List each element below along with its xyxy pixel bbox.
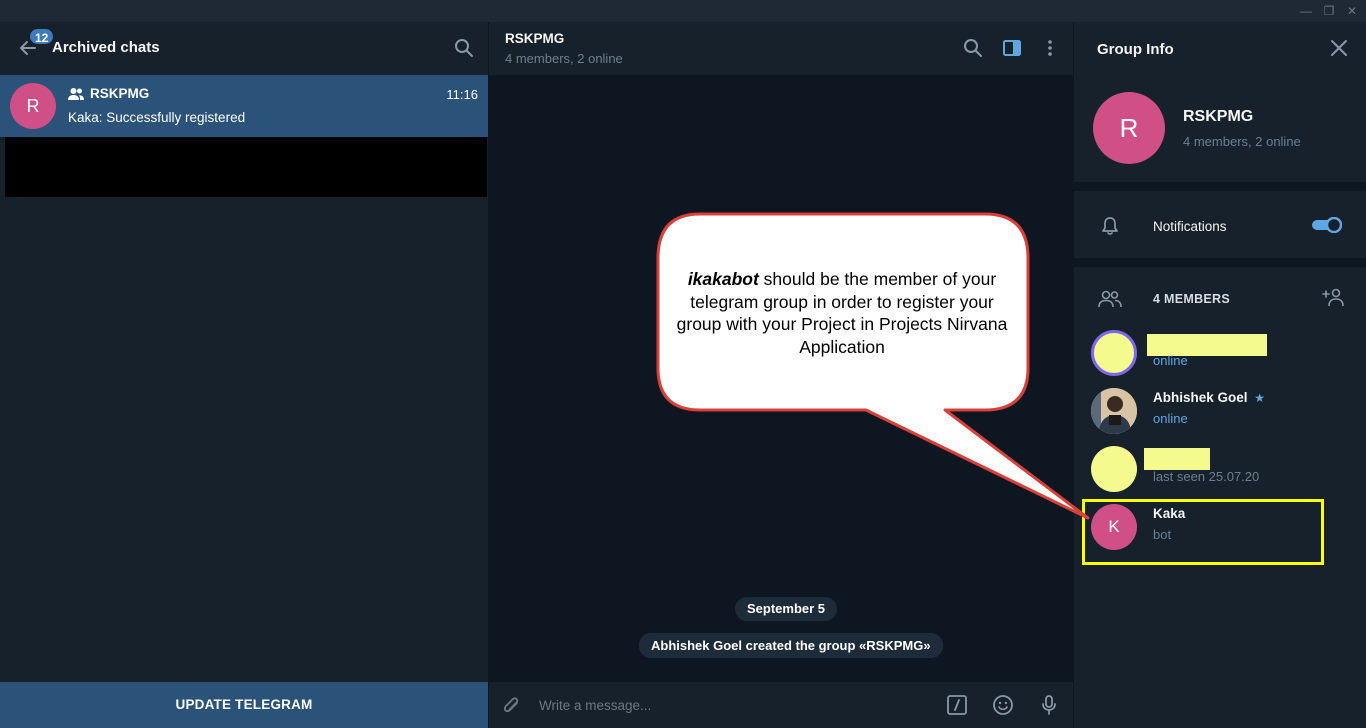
member-status: last seen 25.07.20 xyxy=(1153,469,1260,484)
chat-subtitle: 4 members, 2 online xyxy=(505,51,623,66)
message-input[interactable] xyxy=(539,692,919,718)
group-avatar[interactable]: R xyxy=(1093,92,1165,164)
avatar xyxy=(1091,446,1137,492)
group-icon xyxy=(68,88,84,100)
update-telegram-button[interactable]: UPDATE TELEGRAM xyxy=(0,682,488,728)
close-icon[interactable] xyxy=(1330,39,1348,57)
minimize-icon[interactable]: — xyxy=(1298,3,1314,19)
group-subtitle: 4 members, 2 online xyxy=(1183,134,1301,149)
attach-icon[interactable] xyxy=(501,695,523,717)
chat-list-header: 12 Archived chats xyxy=(0,22,488,75)
group-info-pane: Group Info R RSKPMG 4 members, 2 online … xyxy=(1074,22,1366,728)
member-status: online xyxy=(1153,411,1188,426)
section-divider xyxy=(1074,258,1366,267)
section-divider xyxy=(1074,182,1366,191)
member-status: online xyxy=(1153,353,1188,368)
notifications-toggle[interactable] xyxy=(1312,217,1342,233)
user-photo-icon xyxy=(1091,388,1137,434)
group-info-title: Group Info xyxy=(1097,41,1174,58)
member-item[interactable]: Abhishek Goel ★ online xyxy=(1074,388,1366,444)
chat-list-pane: 12 Archived chats R RSKPMG 11:16 Kaka: S… xyxy=(0,22,488,728)
message-composer xyxy=(489,682,1073,728)
sidebar-toggle-icon[interactable] xyxy=(1002,38,1022,58)
more-options-icon[interactable] xyxy=(1040,38,1060,58)
window-titlebar: — ❐ ✕ xyxy=(0,0,1366,22)
emoji-icon[interactable] xyxy=(992,694,1014,716)
callout-bold-word: ikakabot xyxy=(687,269,759,289)
callout-text: ikakabot should be the member of your te… xyxy=(668,268,1016,358)
avatar xyxy=(1091,330,1137,376)
members-icon xyxy=(1098,290,1122,308)
redacted-chat-item xyxy=(5,137,487,197)
redacted-name xyxy=(1144,448,1210,470)
chat-title[interactable]: RSKPMG xyxy=(505,31,564,46)
chat-list-item-rskpmg[interactable]: R RSKPMG 11:16 Kaka: Successfully regist… xyxy=(0,75,488,137)
restore-icon[interactable]: ❐ xyxy=(1321,3,1337,19)
date-separator: September 5 xyxy=(735,597,838,621)
chat-preview: Kaka: Successfully registered xyxy=(68,110,246,125)
chat-header: RSKPMG 4 members, 2 online xyxy=(489,22,1073,75)
chat-pane: RSKPMG 4 members, 2 online September 5 A… xyxy=(489,22,1073,728)
microphone-icon[interactable] xyxy=(1038,694,1060,716)
close-window-icon[interactable]: ✕ xyxy=(1344,3,1360,19)
search-icon[interactable] xyxy=(963,38,983,58)
member-name: Abhishek Goel ★ xyxy=(1153,390,1265,405)
member-item[interactable]: online xyxy=(1074,330,1366,386)
avatar xyxy=(1091,388,1137,434)
chat-time: 11:16 xyxy=(446,87,478,102)
highlight-box xyxy=(1082,499,1324,565)
avatar: R xyxy=(10,83,56,129)
archived-chats-title: Archived chats xyxy=(52,39,160,56)
admin-star-icon: ★ xyxy=(1254,391,1266,405)
notifications-label: Notifications xyxy=(1153,219,1227,234)
bell-icon xyxy=(1102,217,1118,235)
chat-name: RSKPMG xyxy=(90,86,150,101)
search-icon[interactable] xyxy=(454,38,474,58)
members-count-label: 4 MEMBERS xyxy=(1153,292,1231,306)
add-member-icon[interactable] xyxy=(1322,287,1346,307)
service-message: Abhishek Goel created the group «RSKPMG» xyxy=(639,633,943,658)
member-item[interactable]: last seen 25.07.20 xyxy=(1074,446,1366,502)
bot-commands-icon[interactable] xyxy=(946,694,968,716)
member-name-text: Abhishek Goel xyxy=(1153,390,1248,405)
group-name: RSKPMG xyxy=(1183,108,1254,125)
